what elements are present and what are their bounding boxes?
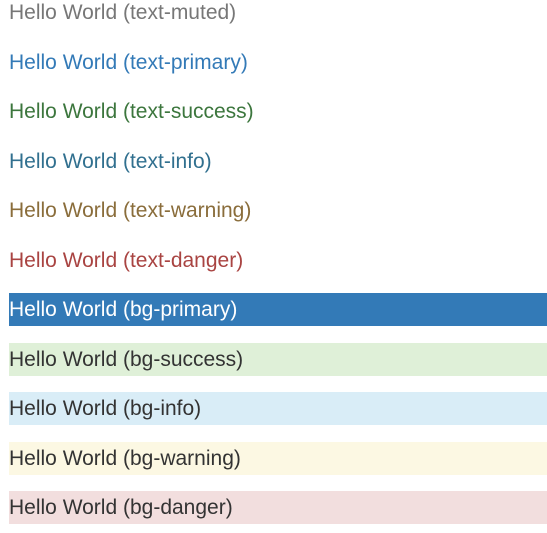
bg-primary-block: Hello World (bg-primary) <box>9 293 547 326</box>
text-danger-line: Hello World (text-danger) <box>9 248 244 272</box>
bg-info-block: Hello World (bg-info) <box>9 392 547 425</box>
text-primary-line: Hello World (text-primary) <box>9 50 248 74</box>
bg-warning-block: Hello World (bg-warning) <box>9 441 547 475</box>
contextual-classes-demo: Hello World (text-muted) Hello World (te… <box>0 0 547 524</box>
text-muted-line: Hello World (text-muted) <box>9 1 237 24</box>
bg-success-block: Hello World (bg-success) <box>9 342 547 376</box>
bg-danger-block: Hello World (bg-danger) <box>9 491 547 524</box>
text-warning-line: Hello World (text-warning) <box>9 199 252 222</box>
text-success-line: Hello World (text-success) <box>9 100 254 123</box>
text-info-line: Hello World (text-info) <box>9 149 212 173</box>
